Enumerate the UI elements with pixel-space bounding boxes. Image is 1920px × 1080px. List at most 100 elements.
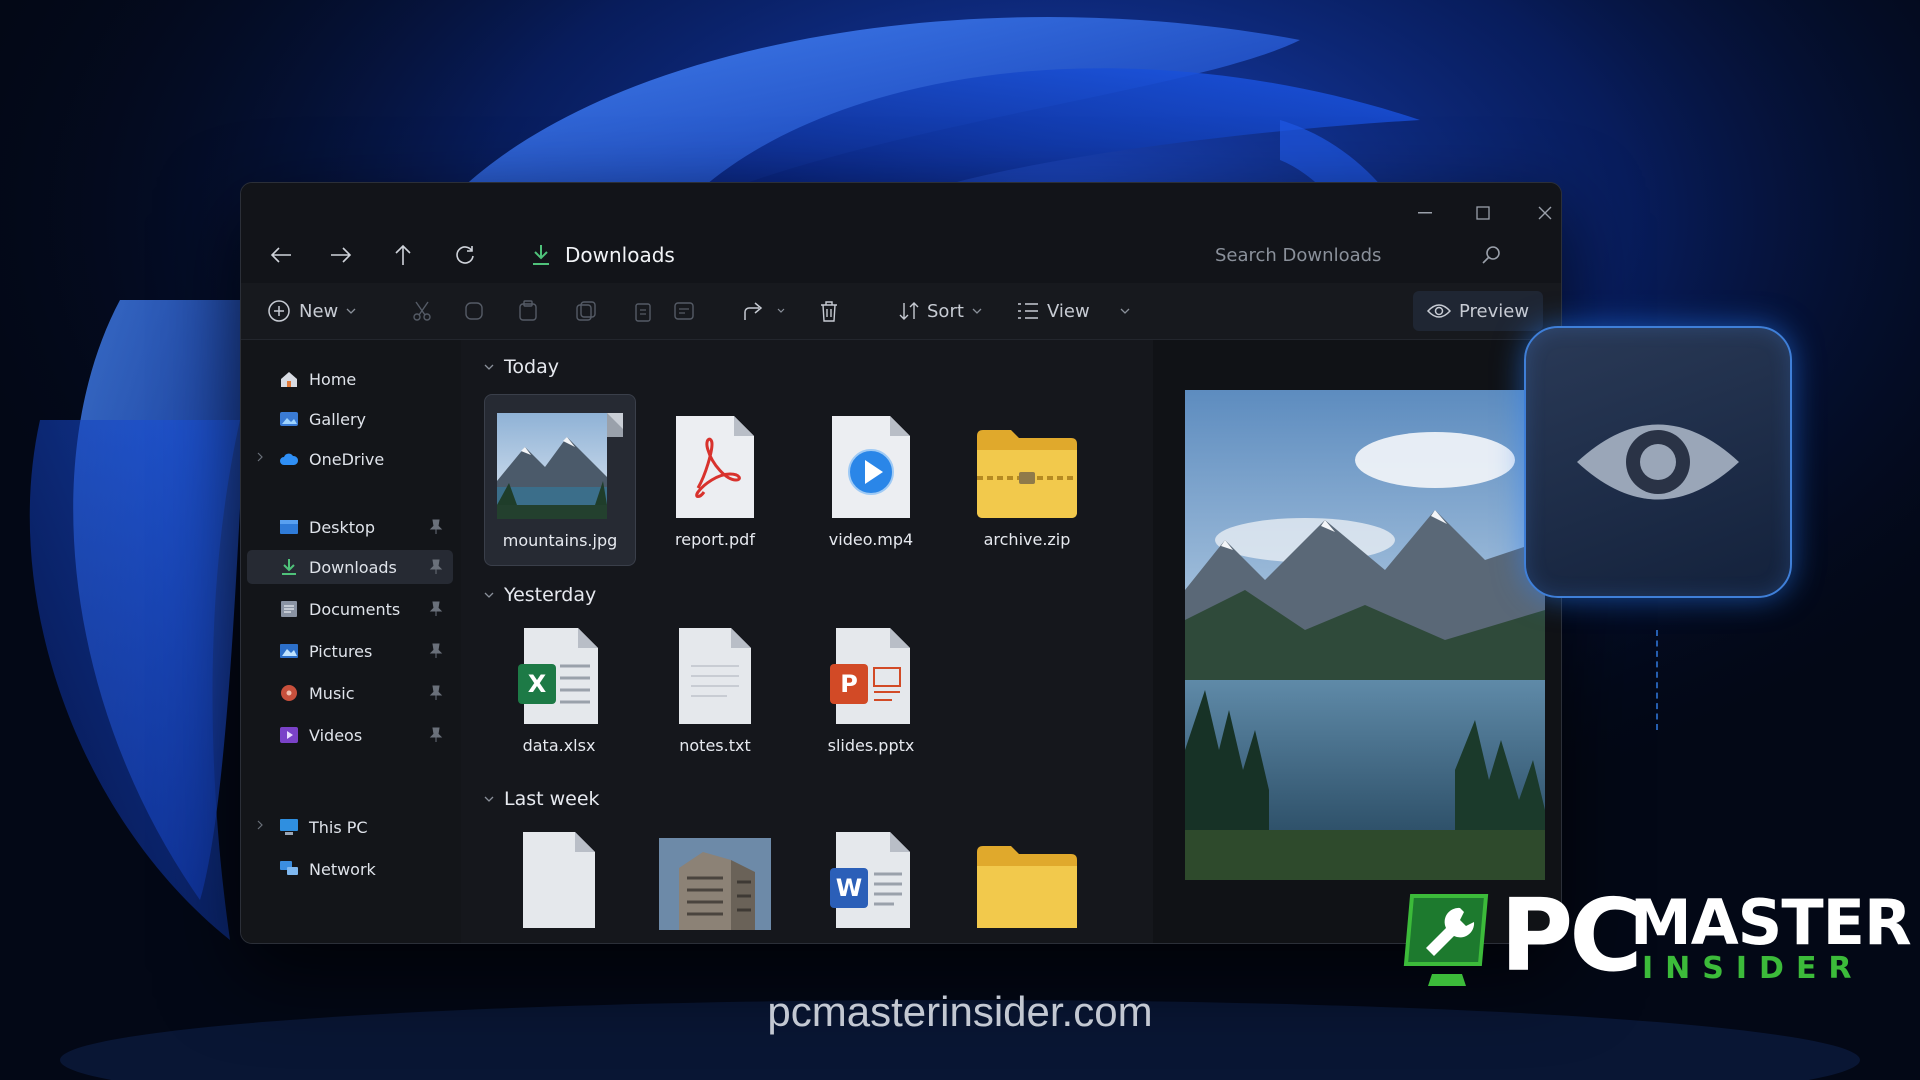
file-list: Today mountains.jpg report.pdf video.mp4… [462,340,1152,943]
file-item-mountains[interactable]: mountains.jpg [484,394,636,566]
preview-pane-button[interactable]: Preview [1413,291,1544,331]
list-view-icon [1018,303,1038,319]
back-button[interactable] [261,235,301,275]
search-icon[interactable] [1481,245,1501,265]
file-item-data[interactable]: X data.xlsx [484,600,634,770]
sort-label: Sort [927,300,964,322]
properties-button[interactable] [673,291,695,331]
refresh-icon [456,246,474,264]
mountain-lake-preview-image [1185,390,1545,880]
image-thumbnail [485,411,635,521]
search-box[interactable] [1201,235,1501,275]
pdf-icon [640,410,790,520]
command-bar: New Sort View Preview [241,283,1561,340]
zip-folder-icon [952,410,1102,520]
maximize-button[interactable] [1463,197,1503,229]
close-button[interactable] [1525,197,1561,229]
sidebar-item-videos[interactable]: Videos [247,718,453,752]
chevron-down-icon [777,308,785,313]
connector-line [1656,630,1660,730]
file-item-report[interactable]: report.pdf [640,394,790,564]
sidebar-item-gallery[interactable]: Gallery [247,402,453,436]
properties-icon [674,302,694,320]
minimize-button[interactable] [1405,197,1445,229]
folder-icon [952,820,1102,930]
up-button[interactable] [383,235,423,275]
forward-button[interactable] [321,235,361,275]
sidebar-item-desktop[interactable]: Desktop [247,510,453,544]
sidebar-item-label: Gallery [309,409,366,429]
group-header-today[interactable]: Today [484,352,559,382]
chevron-right-icon [257,452,263,462]
sidebar-item-label: Desktop [309,517,375,537]
sidebar-item-label: Downloads [309,557,397,577]
current-location: Downloads [565,243,675,267]
pin-icon[interactable] [429,685,443,701]
file-item-word[interactable]: W [796,804,946,943]
arrow-left-icon [270,247,291,263]
new-button[interactable]: New [267,291,356,331]
arrow-up-icon [395,244,411,265]
sort-icon [899,302,919,320]
sidebar-item-network[interactable]: Network [247,852,453,886]
file-name: archive.zip [983,530,1071,549]
paste-button[interactable] [517,291,539,331]
preview-eye-highlight [1524,326,1792,598]
chevron-down-icon [1120,308,1130,314]
sidebar-item-home[interactable]: Home [247,362,453,396]
gallery-icon [280,412,298,426]
pin-icon[interactable] [429,559,443,575]
brand-insider: INSIDER [1642,951,1864,986]
file-item-video[interactable]: video.mp4 [796,394,946,564]
new-label: New [299,300,339,322]
sidebar-item-pictures[interactable]: Pictures [247,634,453,668]
search-input[interactable] [1201,243,1481,267]
rename-button[interactable] [575,291,597,331]
download-icon [282,559,296,575]
sidebar-item-label: Music [309,683,355,703]
pc-icon [280,819,298,835]
arrow-right-icon [331,247,352,263]
scissors-icon [413,301,431,321]
video-file-icon [796,410,946,520]
pin-icon[interactable] [429,601,443,617]
file-item-slides[interactable]: P slides.pptx [796,600,946,770]
eye-icon [1427,304,1451,318]
copy-button[interactable] [463,291,485,331]
blank-file-icon [484,820,634,930]
eye-icon [1577,424,1739,500]
address-bar[interactable]: Downloads [531,235,675,275]
file-item-notes[interactable]: notes.txt [640,600,790,770]
file-item-blank[interactable] [484,804,634,943]
pin-icon[interactable] [429,519,443,535]
network-icon [280,861,298,875]
sidebar-item-label: Home [309,369,357,389]
videos-icon [280,727,298,743]
svg-text:X: X [528,670,547,698]
sidebar-item-documents[interactable]: Documents [247,592,453,626]
clipboard-button[interactable] [633,291,653,331]
delete-button[interactable] [819,291,839,331]
refresh-button[interactable] [445,235,485,275]
pin-icon[interactable] [429,727,443,743]
preview-label: Preview [1459,300,1530,322]
plus-circle-icon [268,300,290,322]
pin-icon[interactable] [429,643,443,659]
view-button[interactable]: View [1017,291,1130,331]
sidebar-item-this-pc[interactable]: This PC [247,810,453,844]
file-item-folder[interactable] [952,804,1102,943]
brand-master: MASTER [1630,886,1912,959]
download-icon [533,245,549,265]
cut-button[interactable] [411,291,433,331]
file-item-archive[interactable]: archive.zip [952,394,1102,564]
clipboard-icon [635,303,651,322]
pictures-icon [280,644,298,658]
file-explorer-window: Downloads New [240,182,1562,944]
sidebar-item-music[interactable]: Music [247,676,453,710]
sort-button[interactable]: Sort [899,291,982,331]
rename-icon [576,301,596,321]
file-item-building[interactable] [640,804,790,943]
sidebar-item-onedrive[interactable]: OneDrive [247,442,453,476]
share-button[interactable] [743,291,785,331]
sidebar-item-downloads[interactable]: Downloads [247,550,453,584]
